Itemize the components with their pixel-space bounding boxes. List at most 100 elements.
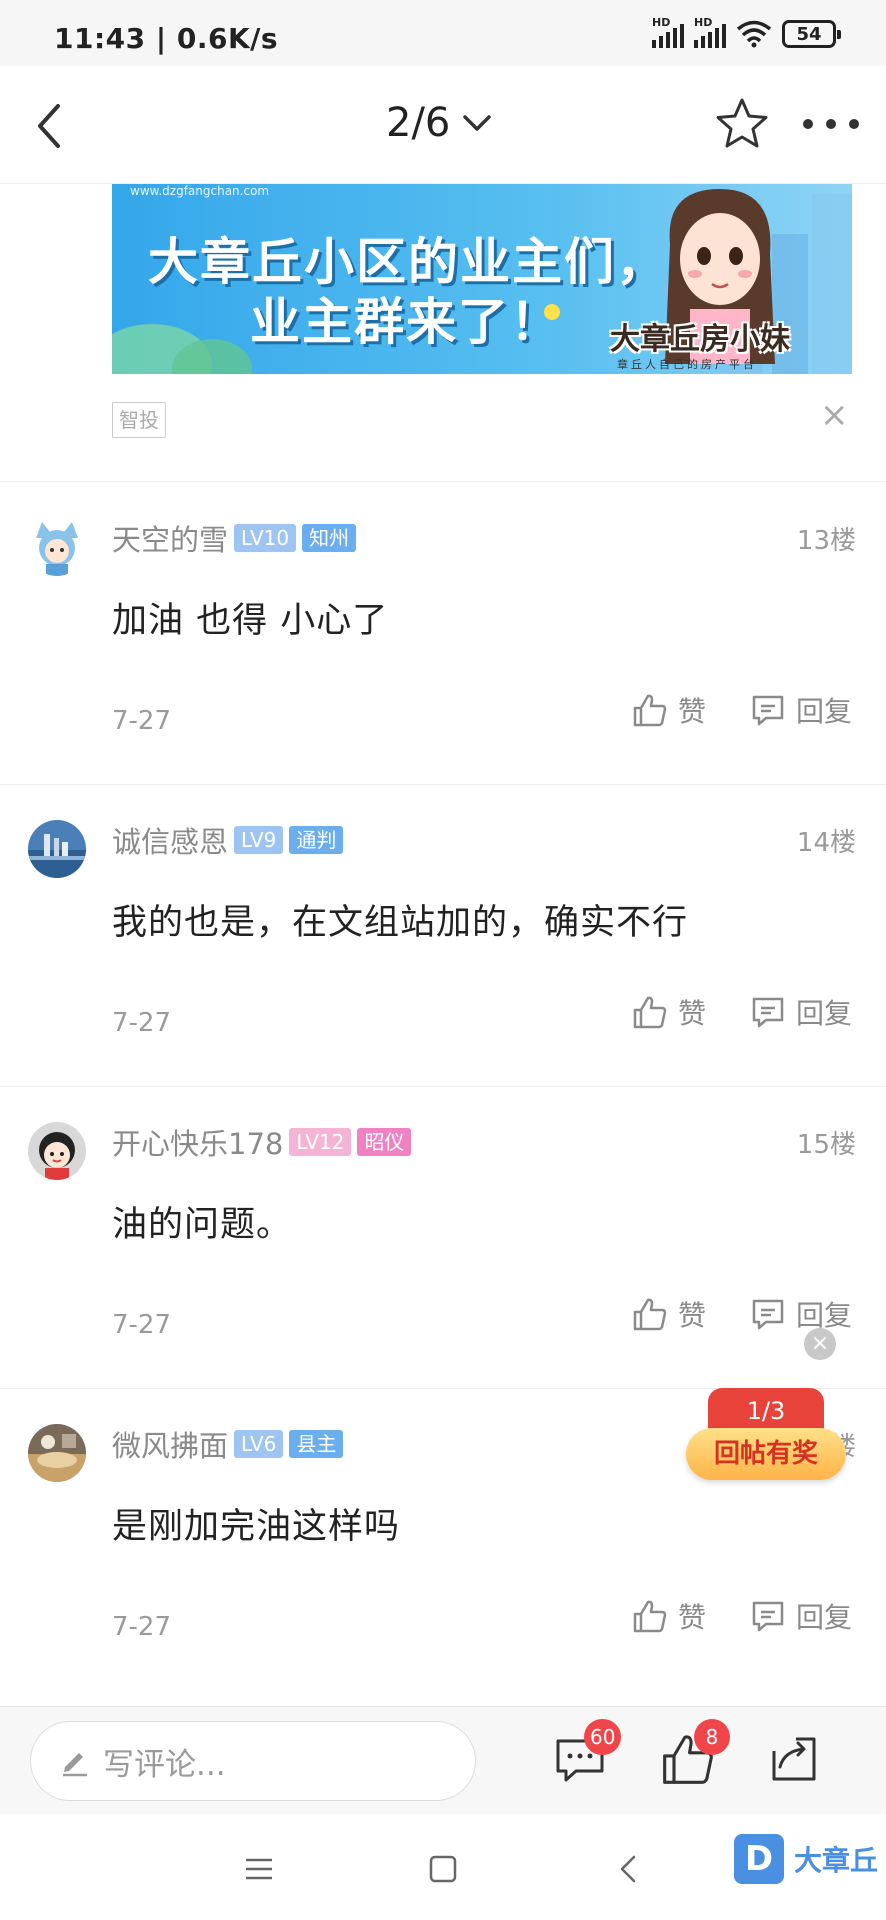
like-label: 赞 xyxy=(678,997,707,1030)
reply-icon xyxy=(752,695,784,726)
watermark-logo: D xyxy=(734,1834,784,1884)
thumbs-up-icon xyxy=(633,1600,667,1633)
avatar[interactable] xyxy=(28,518,86,576)
ad-brand: 大章丘房小妹 xyxy=(610,322,790,357)
menu-icon[interactable] xyxy=(234,1844,284,1894)
comment-item: 天空的雪 LV10 知州 13楼 加油 也得 小心了 7-27 赞 回复 xyxy=(0,484,886,784)
share-button[interactable] xyxy=(766,1731,826,1791)
watermark: D 大章丘 xyxy=(734,1834,878,1884)
thumbs-up-icon xyxy=(633,1298,667,1331)
ad-close-icon[interactable]: × xyxy=(820,398,849,432)
like-button[interactable]: 赞 xyxy=(632,992,706,1032)
floor-number: 14楼 xyxy=(796,828,856,858)
title-badge: 通判 xyxy=(289,826,344,854)
promo-label: 回帖有奖 xyxy=(686,1428,846,1480)
level-badge: LV12 xyxy=(289,1128,352,1156)
comment-item: 诚信感恩 LV9 通判 14楼 我的也是，在文组站加的，确实不行 7-27 赞 … xyxy=(0,786,886,1086)
comment-date: 7-27 xyxy=(112,1612,172,1642)
comment-content: 加油 也得 小心了 xyxy=(112,601,389,641)
comment-input[interactable]: 写评论... xyxy=(30,1721,476,1801)
divider xyxy=(0,481,886,482)
reply-button[interactable]: 回复 xyxy=(750,1294,852,1334)
username[interactable]: 天空的雪 xyxy=(112,517,228,559)
comment-content: 是刚加完油这样吗 xyxy=(112,1507,401,1547)
divider xyxy=(0,1086,886,1087)
system-nav-bar: D 大章丘 xyxy=(0,1814,886,1920)
like-button[interactable]: 赞 xyxy=(632,690,706,730)
divider xyxy=(0,784,886,785)
comment-item: 开心快乐178 LV12 昭仪 15楼 油的问题。 7-27 赞 回复 xyxy=(0,1088,886,1388)
page-selector[interactable]: 2/6 xyxy=(386,100,492,146)
back-nav-icon[interactable] xyxy=(604,1844,654,1894)
comment-content: 油的问题。 xyxy=(112,1205,293,1245)
reply-button[interactable]: 回复 xyxy=(750,992,852,1032)
watermark-text: 大章丘 xyxy=(794,1844,879,1877)
ad-tag: 智投 xyxy=(112,402,166,438)
username-row: 开心快乐178 LV12 昭仪 xyxy=(112,1121,412,1163)
like-label: 赞 xyxy=(678,1299,707,1332)
thumbs-up-icon xyxy=(633,996,667,1029)
reply-button[interactable]: 回复 xyxy=(750,1596,852,1636)
username-row: 诚信感恩 LV9 通判 xyxy=(112,819,344,861)
level-badge: LV9 xyxy=(234,826,284,854)
nav-header: 2/6 xyxy=(0,66,886,184)
avatar[interactable] xyxy=(28,820,86,878)
pencil-icon xyxy=(63,1753,87,1777)
reply-label: 回复 xyxy=(796,997,853,1030)
star-icon[interactable] xyxy=(712,94,772,154)
share-icon xyxy=(772,1737,816,1781)
reply-button[interactable]: 回复 xyxy=(750,690,852,730)
comments-button[interactable]: 60 xyxy=(552,1719,622,1791)
reply-reward-promo[interactable]: 1/3 回帖有奖 xyxy=(686,1388,846,1488)
page-indicator-label: 2/6 xyxy=(386,100,451,146)
like-label: 赞 xyxy=(678,1601,707,1634)
signal-icon: HD xyxy=(652,16,684,48)
more-icon[interactable] xyxy=(796,94,866,154)
signal-icon: HD xyxy=(694,16,726,48)
like-post-button[interactable]: 8 xyxy=(660,1719,730,1791)
comment-content: 我的也是，在文组站加的，确实不行 xyxy=(112,903,689,943)
home-icon[interactable] xyxy=(418,1844,468,1894)
like-label: 赞 xyxy=(678,695,707,728)
status-bar: 11:43 | 0.6K/s HD HD 54 xyxy=(0,0,886,66)
wifi-icon xyxy=(736,20,772,48)
ad-banner[interactable]: www.dzgfangchan.com 大章丘小区的业主们， 业主群来了！ 大章… xyxy=(112,184,852,374)
level-badge: LV10 xyxy=(234,524,297,552)
title-badge: 县主 xyxy=(289,1430,344,1458)
avatar[interactable] xyxy=(28,1424,86,1482)
username-row: 天空的雪 LV10 知州 xyxy=(112,517,357,559)
comment-count-badge: 60 xyxy=(584,1719,622,1755)
chevron-down-icon xyxy=(463,115,492,131)
bottom-action-bar: 写评论... 60 8 xyxy=(0,1706,886,1814)
promo-close-icon[interactable]: × xyxy=(804,1328,836,1360)
level-badge: LV6 xyxy=(234,1430,284,1458)
reply-label: 回复 xyxy=(796,695,853,728)
username[interactable]: 诚信感恩 xyxy=(112,819,228,861)
status-icons: HD HD 54 xyxy=(652,16,841,48)
comment-date: 7-27 xyxy=(112,1310,172,1340)
floor-number: 15楼 xyxy=(796,1130,856,1160)
battery-icon: 54 xyxy=(782,20,841,48)
reply-icon xyxy=(752,1601,784,1632)
title-badge: 昭仪 xyxy=(357,1128,412,1156)
ad-title-line2: 业主群来了！ xyxy=(250,293,562,351)
status-time: 11:43 | 0.6K/s xyxy=(54,22,279,55)
back-icon[interactable] xyxy=(24,96,84,156)
avatar[interactable] xyxy=(28,1122,86,1180)
username-row: 微风拂面 LV6 县主 xyxy=(112,1423,344,1465)
thumbs-up-icon xyxy=(633,694,667,727)
like-button[interactable]: 赞 xyxy=(632,1596,706,1636)
comment-input-placeholder: 写评论... xyxy=(103,1746,226,1783)
comment-date: 7-27 xyxy=(112,1008,172,1038)
like-count-badge: 8 xyxy=(694,1719,730,1755)
reply-icon xyxy=(752,1299,784,1330)
username[interactable]: 微风拂面 xyxy=(112,1423,228,1465)
like-button[interactable]: 赞 xyxy=(632,1294,706,1334)
floor-number: 13楼 xyxy=(796,526,856,556)
title-badge: 知州 xyxy=(302,524,357,552)
comment-date: 7-27 xyxy=(112,706,172,736)
ad-brand-sub: 章丘人自己的房产平台 xyxy=(617,358,757,371)
reply-icon xyxy=(752,997,784,1028)
reply-label: 回复 xyxy=(796,1601,853,1634)
username[interactable]: 开心快乐178 xyxy=(112,1121,283,1163)
